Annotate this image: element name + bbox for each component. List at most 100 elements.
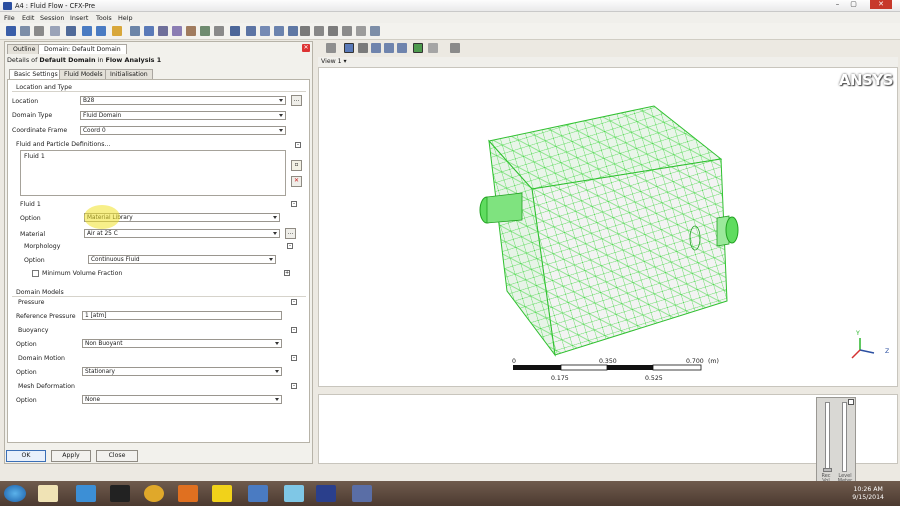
- reference-pressure-input[interactable]: 1 [atm]: [82, 311, 282, 320]
- recorder-close-icon[interactable]: [848, 399, 854, 405]
- tab-outline[interactable]: Outline: [7, 44, 42, 54]
- close-button[interactable]: Close: [96, 450, 138, 462]
- domain-models-header: Domain Models: [16, 289, 64, 296]
- domain-type-combo[interactable]: Fluid Domain: [80, 111, 286, 120]
- ansys-taskbar-icon[interactable]: [212, 485, 232, 502]
- fluid-list[interactable]: Fluid 1: [20, 150, 286, 196]
- close-panel-icon[interactable]: ✕: [302, 44, 310, 52]
- firefox-taskbar-icon[interactable]: [178, 485, 198, 502]
- collapse-icon[interactable]: –: [291, 201, 297, 207]
- paste-icon[interactable]: [356, 26, 366, 36]
- collapse-icon[interactable]: –: [291, 355, 297, 361]
- highlight-icon[interactable]: [413, 43, 423, 53]
- menu-file[interactable]: File: [4, 14, 15, 22]
- boundary-icon[interactable]: [144, 26, 154, 36]
- redo-icon[interactable]: [96, 26, 106, 36]
- export-icon[interactable]: [66, 26, 76, 36]
- domain-motion-option-combo[interactable]: Stationary: [82, 367, 282, 376]
- morphology-option-combo[interactable]: Continuous Fluid: [88, 255, 276, 264]
- rotate-icon[interactable]: [344, 43, 354, 53]
- settings-icon[interactable]: [112, 26, 122, 36]
- collapse-icon[interactable]: –: [291, 327, 297, 333]
- tab-domain-default[interactable]: Domain: Default Domain: [38, 44, 127, 54]
- axis-toggle-icon[interactable]: [450, 43, 460, 53]
- minimize-button[interactable]: –: [830, 0, 845, 9]
- solver-control-icon[interactable]: [230, 26, 240, 36]
- coordinate-frame-combo[interactable]: Coord 0: [80, 126, 286, 135]
- collapse-icon[interactable]: –: [287, 243, 293, 249]
- undo-icon[interactable]: [82, 26, 92, 36]
- select-icon[interactable]: [326, 43, 336, 53]
- ie-taskbar-icon[interactable]: [76, 485, 96, 502]
- rec-vol-handle[interactable]: [823, 468, 832, 472]
- tab-fluid-models[interactable]: Fluid Models: [59, 69, 108, 79]
- buoyancy-option-combo[interactable]: Non Buoyant: [82, 339, 282, 348]
- menu-tools[interactable]: Tools: [96, 14, 112, 22]
- viewport-layout-icon[interactable]: [428, 43, 438, 53]
- tab-basic-settings[interactable]: Basic Settings: [9, 69, 63, 79]
- fluid1-header: Fluid 1: [20, 201, 41, 208]
- copy-icon[interactable]: [342, 26, 352, 36]
- material-browse-button[interactable]: ...: [285, 228, 296, 239]
- view-selector[interactable]: View 1 ▾: [318, 57, 898, 67]
- mesh-deformation-option-combo[interactable]: None: [82, 395, 282, 404]
- menu-help[interactable]: Help: [118, 14, 133, 22]
- print-icon[interactable]: [34, 26, 44, 36]
- menu-edit[interactable]: Edit: [22, 14, 34, 22]
- location-browse-button[interactable]: ...: [291, 95, 302, 106]
- fluid-list-item[interactable]: Fluid 1: [24, 153, 45, 160]
- zoom-icon[interactable]: [371, 43, 381, 53]
- expand-icon[interactable]: +: [284, 270, 290, 276]
- motion-option-label: Option: [16, 369, 37, 376]
- start-button[interactable]: [4, 485, 26, 502]
- workbench-taskbar-icon[interactable]: [352, 485, 372, 502]
- details-panel: Outline Domain: Default Domain ✕ Details…: [4, 41, 313, 464]
- clock-time: 10:26 AM: [853, 486, 883, 493]
- system-clock[interactable]: 10:26 AM 9/15/2014: [852, 486, 884, 502]
- output-control-icon[interactable]: [246, 26, 256, 36]
- material-icon[interactable]: [274, 26, 284, 36]
- pan-icon[interactable]: [358, 43, 368, 53]
- transform-icon[interactable]: [328, 26, 338, 36]
- 3d-viewport[interactable]: ANSYS 0 0.350 0.700 (m) 0.175 0.525 Y Z: [318, 67, 898, 387]
- min-volume-fraction-checkbox[interactable]: [32, 270, 39, 277]
- collapse-icon[interactable]: –: [291, 299, 297, 305]
- collapse-icon[interactable]: –: [291, 383, 297, 389]
- open-icon[interactable]: [20, 26, 30, 36]
- explorer-taskbar-icon[interactable]: [38, 485, 58, 502]
- close-window-button[interactable]: ✕: [870, 0, 892, 9]
- rec-vol-slider[interactable]: [825, 402, 830, 472]
- menu-insert[interactable]: Insert: [70, 14, 88, 22]
- delete-fluid-icon[interactable]: ✕: [291, 176, 302, 187]
- coordinate-icon[interactable]: [314, 26, 324, 36]
- mesh-adaption-icon[interactable]: [260, 26, 270, 36]
- save-icon[interactable]: [6, 26, 16, 36]
- zoom-box-icon[interactable]: [384, 43, 394, 53]
- monitor-icon[interactable]: [200, 26, 210, 36]
- import-icon[interactable]: [50, 26, 60, 36]
- collapse-icon[interactable]: –: [295, 142, 301, 148]
- source-point-icon[interactable]: [186, 26, 196, 36]
- tab-initialisation[interactable]: Initialisation: [105, 69, 153, 79]
- expression-icon[interactable]: [214, 26, 224, 36]
- app-taskbar-icon[interactable]: [248, 485, 268, 502]
- menu-session[interactable]: Session: [40, 14, 64, 22]
- level-meter-bar: [842, 402, 847, 472]
- region-icon[interactable]: [300, 26, 310, 36]
- location-combo[interactable]: B28: [80, 96, 286, 105]
- maximize-button[interactable]: ▢: [846, 0, 861, 9]
- media-taskbar-icon[interactable]: [110, 485, 130, 502]
- aqwa-taskbar-icon[interactable]: [316, 485, 336, 502]
- window-icon[interactable]: [370, 26, 380, 36]
- domain-icon[interactable]: [130, 26, 140, 36]
- ok-button[interactable]: OK: [6, 450, 46, 462]
- fit-view-icon[interactable]: [397, 43, 407, 53]
- apply-button[interactable]: Apply: [51, 450, 91, 462]
- subdomain-icon[interactable]: [172, 26, 182, 36]
- folder-taskbar-icon[interactable]: [284, 485, 304, 502]
- material-combo[interactable]: Air at 25 C: [84, 229, 280, 238]
- reaction-icon[interactable]: [288, 26, 298, 36]
- new-fluid-icon[interactable]: ▫: [291, 160, 302, 171]
- interface-icon[interactable]: [158, 26, 168, 36]
- chrome-taskbar-icon[interactable]: [144, 485, 164, 502]
